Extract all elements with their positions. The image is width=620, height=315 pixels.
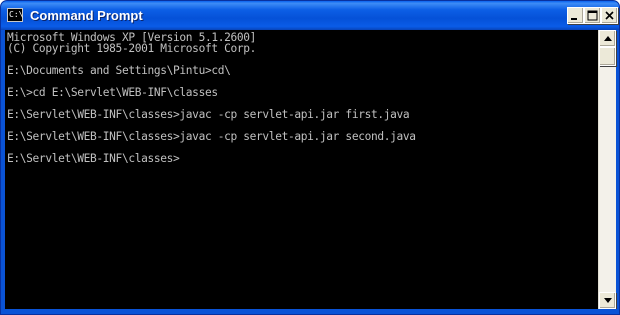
close-icon bbox=[605, 11, 614, 20]
console-line: E:\Servlet\WEB-INF\classes> bbox=[7, 152, 180, 165]
arrow-down-icon bbox=[604, 298, 612, 303]
command-prompt-window: C:\ Command Prompt Microsoft Windows XP … bbox=[0, 0, 620, 315]
minimize-button[interactable] bbox=[567, 7, 584, 24]
console-icon[interactable]: C:\ bbox=[7, 8, 23, 22]
scroll-thumb[interactable] bbox=[599, 47, 616, 66]
vertical-scrollbar[interactable] bbox=[598, 30, 616, 309]
console-area[interactable]: Microsoft Windows XP [Version 5.1.2600](… bbox=[5, 30, 598, 309]
maximize-button[interactable] bbox=[584, 7, 601, 24]
scroll-up-button[interactable] bbox=[599, 30, 616, 47]
console-line: (C) Copyright 1985-2001 Microsoft Corp. bbox=[7, 42, 257, 55]
arrow-up-icon bbox=[604, 36, 612, 41]
console-line: E:\>cd E:\Servlet\WEB-INF\classes bbox=[7, 86, 218, 99]
console-line: E:\Servlet\WEB-INF\classes>javac -cp ser… bbox=[7, 108, 410, 121]
minimize-icon bbox=[571, 18, 577, 20]
maximize-icon bbox=[587, 10, 598, 21]
console-line: E:\Servlet\WEB-INF\classes>javac -cp ser… bbox=[7, 130, 416, 143]
scroll-down-button[interactable] bbox=[599, 292, 616, 309]
window-bottom-border bbox=[1, 309, 619, 314]
console-line: E:\Documents and Settings\Pintu>cd\ bbox=[7, 64, 231, 77]
window-title: Command Prompt bbox=[30, 8, 143, 23]
title-bar[interactable]: C:\ Command Prompt bbox=[1, 1, 619, 30]
console-output[interactable]: Microsoft Windows XP [Version 5.1.2600](… bbox=[7, 32, 416, 164]
close-button[interactable] bbox=[601, 7, 618, 24]
